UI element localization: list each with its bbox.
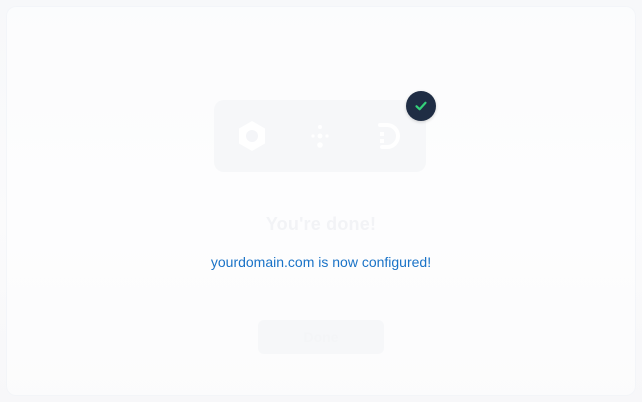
done-button[interactable]: Done: [258, 320, 384, 354]
check-icon: [415, 101, 427, 111]
check-badge: [406, 91, 436, 121]
completion-title: You're done!: [265, 214, 377, 234]
connector-dots-icon: [296, 112, 344, 160]
configured-message: yourdomain.com is now configured!: [210, 254, 432, 270]
gear-hexagon-icon: [228, 112, 276, 160]
setup-complete-screen: You're done! yourdomain.com is now confi…: [0, 0, 642, 402]
dns-d-logo-icon: [364, 112, 412, 160]
